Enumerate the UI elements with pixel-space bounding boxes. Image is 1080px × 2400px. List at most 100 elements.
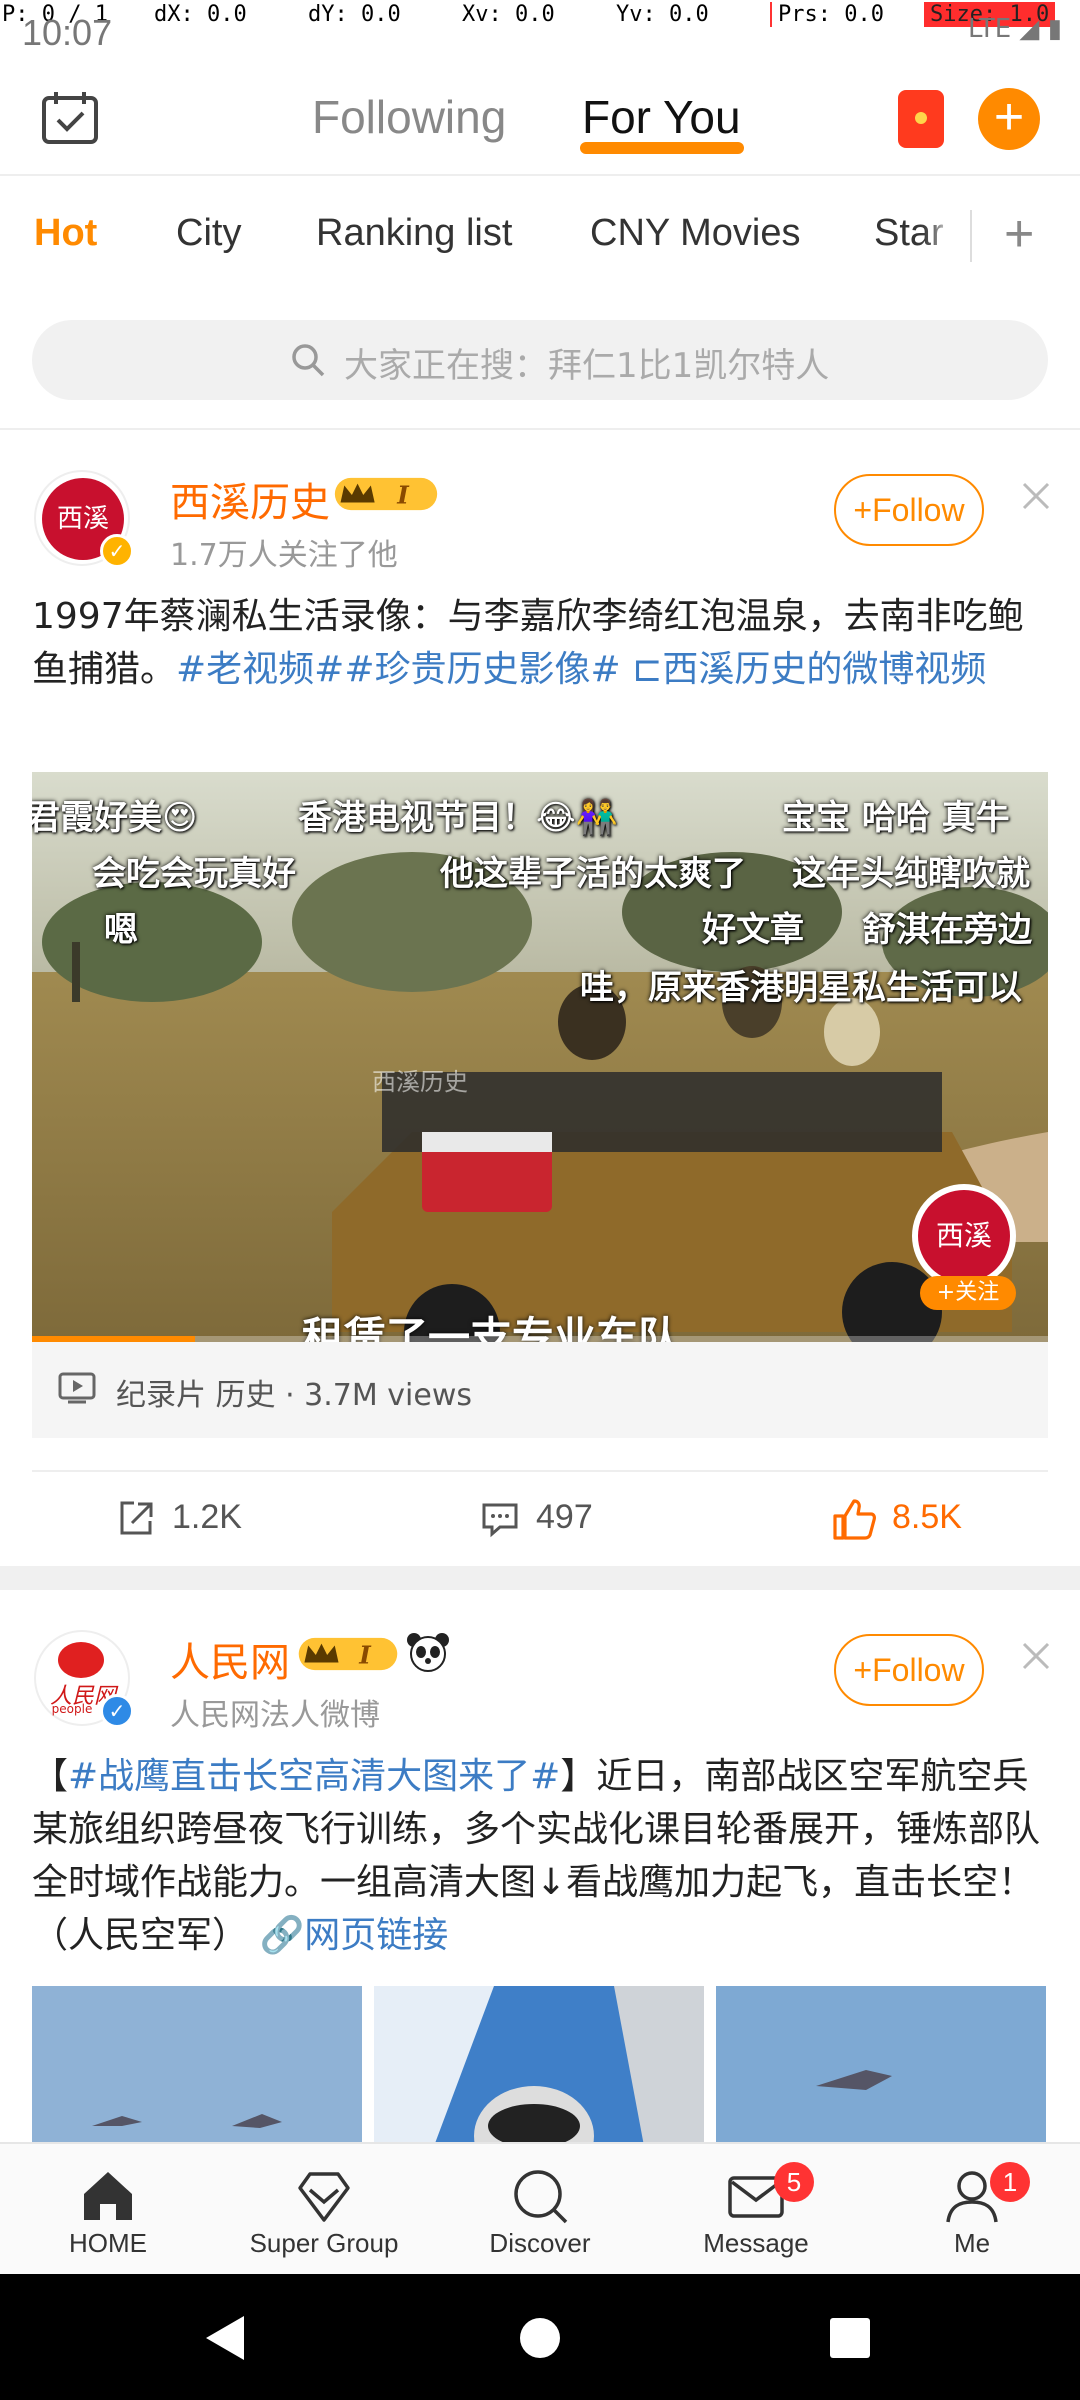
danmu-comment: 哇，原来香港明星私生活可以 <box>580 968 1022 1008</box>
top-header: Following For You + <box>0 60 1080 176</box>
search-placeholder: 大家正在搜：拜仁1比1凯尔特人 <box>344 346 830 386</box>
tab-following[interactable]: Following <box>312 90 506 144</box>
tab-for-you[interactable]: For You <box>582 90 741 144</box>
danmu-comment: 这年头纯瞎吹就 <box>792 854 1030 894</box>
danmu-comment: 君霞好美😍 <box>32 798 198 838</box>
category-divider <box>970 210 972 262</box>
follow-button[interactable]: +Follow <box>834 474 984 546</box>
debug-dx: dX: 0.0 <box>154 2 247 27</box>
share-button[interactable]: 1.2K <box>116 1498 242 1539</box>
video-link-icon: ⊏ <box>632 649 663 690</box>
close-icon[interactable] <box>1018 1638 1054 1674</box>
video-player[interactable]: 君霞好美😍 香港电视节目！😂👫 宝宝 哈哈 真牛 会吃会玩真好 他这辈子活的太爽… <box>32 772 1048 1342</box>
bottom-navigation: HOME Super Group Discover Message 5 Me 1 <box>0 2142 1080 2274</box>
category-tab-cny-movies[interactable]: CNY Movies <box>590 212 800 255</box>
danmu-comment: 宝宝 哈哈 真牛 <box>782 798 1010 838</box>
post-open-bracket: 【 <box>32 1756 69 1797</box>
video-meta-bar: 纪录片 历史 · 3.7M views <box>32 1342 1048 1438</box>
status-icons: LTE ◢ ▮ <box>968 14 1062 44</box>
post-text: 【#战鹰直击长空高清大图来了#】近日，南部战区空军航空兵某旅组织跨昼夜飞行训练，… <box>32 1750 1052 1962</box>
level-badge-text: I <box>396 480 410 509</box>
red-packet-icon[interactable] <box>898 90 944 148</box>
author-subtitle: 1.7万人关注了他 <box>170 538 398 573</box>
video-play-icon <box>58 1372 96 1404</box>
debug-dy: dY: 0.0 <box>308 2 401 27</box>
video-meta-text: 纪录片 历史 · 3.7M views <box>116 1378 472 1413</box>
member-level-badge-icon: I <box>298 1637 398 1671</box>
level-badge-text: I <box>358 1640 372 1669</box>
nav-super-group[interactable]: Super Group <box>224 2166 424 2259</box>
add-category-button[interactable]: + <box>1004 204 1034 264</box>
danmu-comment: 会吃会玩真好 <box>92 854 296 894</box>
danmu-comment: 嗯 <box>104 910 138 950</box>
category-tab-hot[interactable]: Hot <box>34 212 97 255</box>
danmu-comment: 舒淇在旁边 <box>862 910 1032 950</box>
like-button[interactable]: 8.5K <box>832 1498 962 1540</box>
follow-label: Follow <box>872 492 965 528</box>
hashtag-link[interactable]: #老视频##珍贵历史影像# <box>176 649 621 690</box>
author-subtitle: 人民网法人微博 <box>170 1698 380 1733</box>
author-name[interactable]: 人民网 <box>170 1630 290 1688</box>
web-link[interactable]: 🔗网页链接 <box>259 1915 448 1956</box>
debug-yv: Yv: 0.0 <box>616 2 709 27</box>
unread-badge: 5 <box>774 2162 814 2202</box>
home-icon <box>84 2172 132 2220</box>
back-icon[interactable] <box>204 2314 248 2362</box>
comment-button[interactable]: 497 <box>480 1498 593 1539</box>
post-text: 1997年蔡澜私生活录像：与李嘉欣李绮红泡温泉，去南非吃鲍鱼捕猎。#老视频##珍… <box>32 590 1052 696</box>
channel-logo[interactable]: 西溪 <box>912 1184 1016 1288</box>
home-circle-icon[interactable] <box>518 2316 562 2360</box>
nav-home[interactable]: HOME <box>8 2166 208 2259</box>
danmu-comment: 好文章 <box>702 910 804 950</box>
danmu-comment: 他这辈子活的太爽了 <box>440 854 746 894</box>
share-icon <box>120 1501 153 1535</box>
post-image[interactable] <box>374 1986 704 2146</box>
jet-photo-image <box>32 1986 362 2146</box>
active-tab-indicator <box>580 142 744 154</box>
panda-icon <box>407 1633 449 1672</box>
member-level-badge-icon: I <box>334 477 438 511</box>
nav-message[interactable]: Message 5 <box>656 2162 856 2259</box>
nav-me[interactable]: Me 1 <box>872 2162 1072 2259</box>
recents-icon[interactable] <box>830 2318 870 2358</box>
nav-label: Me <box>953 2228 991 2258</box>
check-in-calendar-icon[interactable] <box>40 90 100 146</box>
jet-photo-image <box>716 1986 1046 2146</box>
web-link-text: 网页链接 <box>304 1915 449 1956</box>
post-action-row: 1.2K 497 8.5K <box>32 1470 1048 1566</box>
category-tab-star[interactable]: Star <box>874 212 944 255</box>
search-bar[interactable]: 大家正在搜：拜仁1比1凯尔特人 <box>32 320 1048 400</box>
category-tab-bar: Hot City Ranking list CNY Movies Star + <box>0 176 1080 296</box>
post-image[interactable] <box>32 1986 362 2146</box>
share-count: 1.2K <box>172 1498 242 1536</box>
author-name[interactable]: 西溪历史 <box>170 470 330 528</box>
discover-icon <box>514 2170 568 2224</box>
debug-pressure: Prs: 0.0 <box>770 2 884 27</box>
comment-icon <box>482 1503 518 1538</box>
follow-label: Follow <box>872 1652 965 1688</box>
diamond-icon <box>298 2172 350 2222</box>
avatar-logo-mark <box>58 1642 104 1678</box>
status-time: 10:07 <box>22 12 113 53</box>
hashtag-link[interactable]: #战鹰直击长空高清大图来了# <box>68 1756 560 1797</box>
post-separator <box>0 1566 1080 1590</box>
post-image[interactable] <box>716 1986 1046 2146</box>
nav-label: HOME <box>69 2228 147 2258</box>
video-source-link[interactable]: ⊏西溪历史的微博视频 <box>632 649 986 690</box>
comment-count: 497 <box>536 1498 593 1536</box>
network-type: LTE <box>967 14 1012 44</box>
category-tab-ranking-list[interactable]: Ranking list <box>316 212 512 255</box>
video-link-text: 西溪历史的微博视频 <box>662 649 987 690</box>
category-tab-city[interactable]: City <box>176 212 241 255</box>
add-post-button[interactable]: + <box>978 88 1040 150</box>
pointer-debug-overlay: P: 0 / 1 dX: 0.0 dY: 0.0 Xv: 0.0 Yv: 0.0… <box>0 0 1080 32</box>
search-icon <box>292 344 325 377</box>
follow-button[interactable]: +Follow <box>834 1634 984 1706</box>
debug-xv: Xv: 0.0 <box>462 2 555 27</box>
nav-discover[interactable]: Discover <box>440 2166 640 2259</box>
signal-icon: ◢ <box>1019 14 1040 44</box>
video-follow-button[interactable]: +关注 <box>920 1276 1016 1310</box>
nav-label: Super Group <box>249 2228 399 2258</box>
close-icon[interactable] <box>1018 478 1054 514</box>
verified-badge-icon: ✓ <box>100 1694 134 1728</box>
